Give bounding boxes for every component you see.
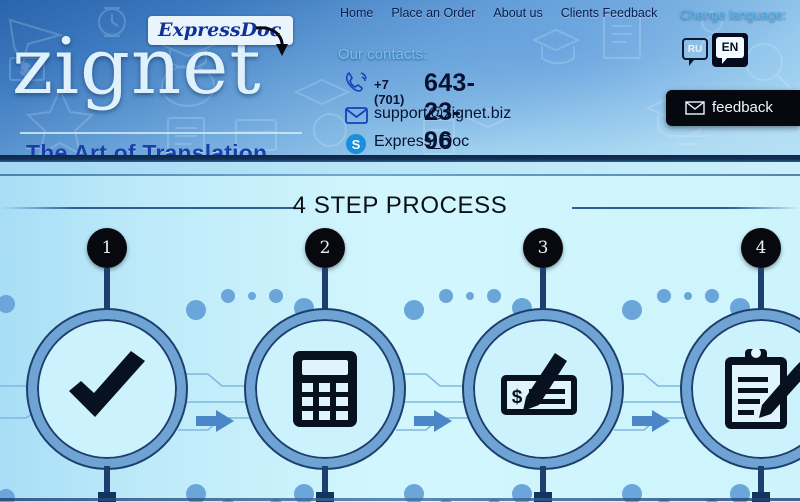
step-stem-top-4 [758, 268, 764, 312]
step-badge-3: 3 [523, 228, 563, 268]
section-bottom-divider [0, 498, 800, 501]
skype-id: Express_Doc [374, 133, 470, 150]
page-root: $ zignet The Art of Translation ExpressD… [0, 0, 800, 502]
phone-icon [345, 71, 367, 92]
clipboard-pencil-icon [725, 348, 800, 429]
calculator-icon [293, 351, 357, 427]
process-section: 4 STEP PROCESS 1 2 3 $ 4 [0, 162, 800, 502]
skype-icon: S [346, 134, 366, 154]
step-stem-top-1 [104, 268, 110, 312]
arrow-right-icon [196, 410, 234, 432]
header-bottom-band [0, 155, 800, 162]
step-badge-1: 1 [87, 228, 127, 268]
steps-row: 1 2 3 $ 4 [0, 162, 800, 502]
svg-text:S: S [352, 137, 361, 152]
change-language-label: Change language: [680, 7, 787, 22]
nav-item-home[interactable]: Home [340, 6, 373, 20]
nav-item-about-us[interactable]: About us [493, 6, 542, 20]
process-step-3[interactable]: 3 $ [464, 228, 622, 502]
site-header: $ zignet The Art of Translation ExpressD… [0, 0, 800, 162]
language-option-en-label: EN [716, 37, 744, 64]
step-stem-top-3 [540, 268, 546, 312]
checkmark-icon [69, 351, 145, 417]
process-step-4[interactable]: 4 [682, 228, 800, 502]
nav-item-clients-feedback[interactable]: Clients Feedback [561, 6, 658, 20]
language-option-ru[interactable]: RU [682, 38, 708, 66]
contacts-title: Our contacts: [338, 46, 428, 63]
step-stem-top-2 [322, 268, 328, 312]
curved-arrow-icon [255, 26, 288, 56]
cheque-pen-icon: $ [501, 353, 577, 415]
svg-text:$: $ [512, 387, 523, 408]
arrow-right-icon [414, 410, 452, 432]
envelope-icon [345, 107, 368, 124]
step-badge-2: 2 [305, 228, 345, 268]
nav-item-place-an-order[interactable]: Place an Order [391, 6, 475, 20]
language-switcher: RU EN [682, 33, 748, 67]
process-step-2[interactable]: 2 [246, 228, 404, 502]
logo-divider [20, 132, 302, 134]
feedback-button[interactable]: feedback [666, 90, 800, 126]
arrow-right-icon [632, 410, 670, 432]
phone-prefix: +7 (701) [374, 77, 405, 107]
feedback-envelope-icon [685, 101, 705, 115]
process-step-1[interactable]: 1 [28, 228, 186, 502]
main-navigation: Home Place an Order About us Clients Fee… [340, 6, 680, 28]
language-option-en[interactable]: EN [712, 33, 748, 67]
feedback-button-label: feedback [712, 99, 773, 116]
step-badge-4: 4 [741, 228, 781, 268]
email-address: support@zignet.biz [374, 105, 512, 122]
